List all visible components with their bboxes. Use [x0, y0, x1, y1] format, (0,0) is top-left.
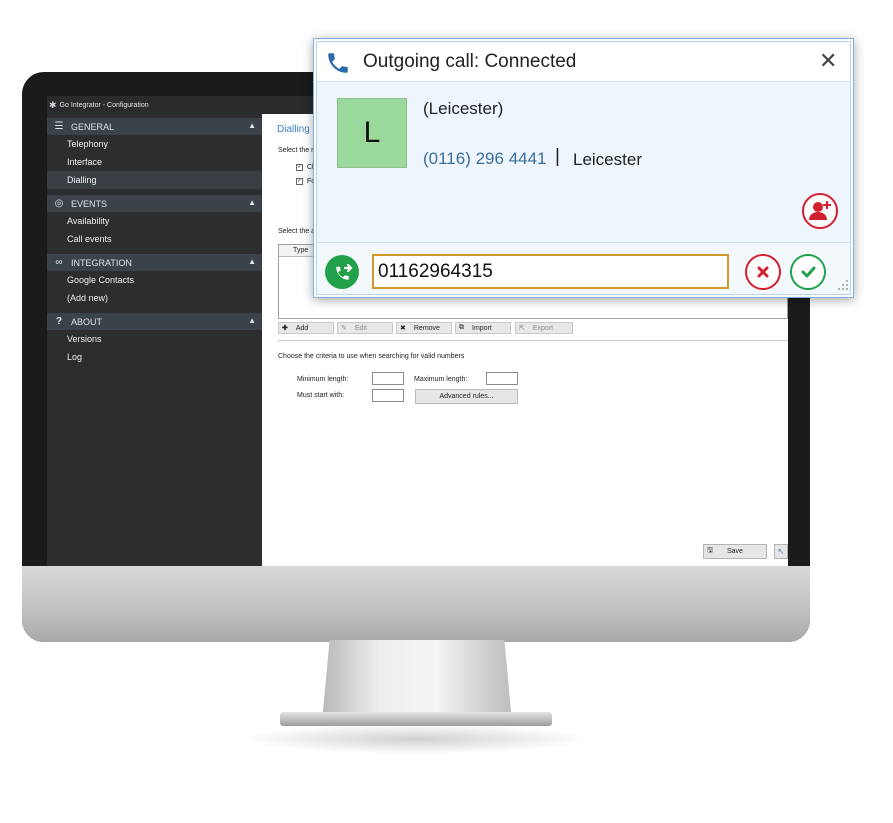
- chevron-up-icon[interactable]: ▲: [248, 121, 256, 130]
- max-length-field[interactable]: [486, 372, 518, 385]
- cancel-icon: [757, 266, 769, 278]
- export-button-label: Export: [532, 324, 554, 332]
- chevron-up-icon[interactable]: ▲: [248, 316, 256, 325]
- import-button-label: Import: [472, 324, 492, 332]
- contact-divider: |: [555, 146, 560, 167]
- sidebar-item-versions[interactable]: Versions: [47, 330, 262, 348]
- monitor-stand: [322, 640, 512, 722]
- export-button[interactable]: ⇱ Export: [515, 322, 573, 334]
- check-icon: [801, 266, 816, 278]
- confirm-button[interactable]: [790, 254, 826, 290]
- section-general-label: GENERAL: [71, 121, 115, 132]
- sidebar-item-telephony[interactable]: Telephony: [47, 135, 262, 153]
- must-start-label: Must start with:: [297, 392, 345, 399]
- menu-icon: ☰: [54, 121, 64, 132]
- min-length-field[interactable]: [372, 372, 404, 385]
- checkbox-2[interactable]: ✓: [296, 178, 303, 185]
- add-contact-icon: [809, 201, 831, 220]
- extra-action-button[interactable]: ↖: [774, 544, 788, 559]
- section-general[interactable]: ☰ GENERAL ▲: [47, 118, 262, 135]
- call-popup: Outgoing call: Connected ✕ L (Leicester)…: [313, 38, 854, 298]
- resize-grip-icon[interactable]: [837, 279, 849, 291]
- edit-icon: ✎: [341, 325, 347, 332]
- select-label-1: Select the n: [278, 147, 315, 154]
- transfer-button[interactable]: [325, 255, 359, 289]
- transfer-call-icon: [336, 263, 353, 280]
- events-icon: ◎: [54, 198, 64, 209]
- contact-name: (Leicester): [423, 99, 504, 118]
- cancel-button[interactable]: [745, 254, 781, 290]
- section-integration-label: INTEGRATION: [71, 257, 132, 268]
- save-button-label: Save: [726, 548, 743, 555]
- save-icon: 🖫: [707, 547, 713, 554]
- edit-button[interactable]: ✎ Edit: [337, 322, 393, 334]
- advanced-rules-button[interactable]: Advanced rules...: [415, 389, 518, 404]
- import-icon: ⧉: [459, 324, 464, 331]
- section-about-label: ABOUT: [71, 316, 103, 327]
- window-title: Go Integrator - Configuration: [59, 101, 149, 109]
- max-length-label: Maximum length:: [414, 376, 468, 383]
- select-label-2: Select the a: [278, 228, 315, 235]
- close-icon[interactable]: ✕: [819, 48, 837, 74]
- question-icon: ?: [55, 316, 63, 327]
- divider: [278, 340, 788, 341]
- dial-number-input[interactable]: [372, 254, 729, 289]
- remove-icon: ✖: [400, 325, 406, 332]
- sidebar: ☰ GENERAL ▲ Telephony Interface Dialling…: [47, 114, 262, 566]
- monitor-base: [280, 712, 552, 726]
- add-button-label: Add: [295, 324, 309, 332]
- sidebar-item-interface[interactable]: Interface: [47, 153, 262, 171]
- call-popup-header: Outgoing call: Connected ✕: [317, 42, 850, 82]
- app-gear-icon: ✱: [49, 99, 57, 110]
- chevron-up-icon[interactable]: ▲: [248, 198, 256, 207]
- call-status-title: Outgoing call: Connected: [363, 51, 577, 72]
- section-events-label: EVENTS: [71, 198, 108, 209]
- min-length-label: Minimum length:: [297, 376, 349, 383]
- import-button[interactable]: ⧉ Import: [455, 322, 511, 334]
- sidebar-item-google-contacts[interactable]: Google Contacts: [47, 271, 262, 289]
- avatar: L: [337, 98, 407, 168]
- export-icon: ⇱: [519, 325, 525, 332]
- link-icon: ∞: [55, 257, 63, 268]
- section-integration[interactable]: ∞ INTEGRATION ▲: [47, 254, 262, 271]
- contact-number[interactable]: (0116) 296 4441: [423, 149, 547, 169]
- sidebar-item-add-new[interactable]: (Add new): [47, 289, 262, 307]
- criteria-label: Choose the criteria to use when searchin…: [278, 353, 465, 360]
- chevron-up-icon[interactable]: ▲: [248, 257, 256, 266]
- sidebar-item-availability[interactable]: Availability: [47, 212, 262, 230]
- must-start-field[interactable]: [372, 389, 404, 402]
- edit-button-label: Edit: [354, 324, 367, 332]
- section-about[interactable]: ? ABOUT ▲: [47, 313, 262, 330]
- section-events[interactable]: ◎ EVENTS ▲: [47, 195, 262, 212]
- checkbox-1[interactable]: ✓: [296, 164, 303, 171]
- add-button[interactable]: ✚ Add: [278, 322, 334, 334]
- page-title: Dialling: [277, 124, 310, 135]
- sidebar-item-log[interactable]: Log: [47, 348, 262, 366]
- remove-button-label: Remove: [413, 324, 440, 332]
- monitor-chin: [22, 566, 810, 642]
- plus-icon: ✚: [282, 325, 288, 332]
- phone-icon: [328, 53, 348, 73]
- sidebar-item-call-events[interactable]: Call events: [47, 230, 262, 248]
- sidebar-item-dialling[interactable]: Dialling: [47, 171, 262, 189]
- add-contact-button[interactable]: [802, 193, 838, 229]
- contact-location: Leicester: [573, 150, 642, 169]
- save-button[interactable]: 🖫 Save: [703, 544, 767, 559]
- remove-button[interactable]: ✖ Remove: [396, 322, 452, 334]
- call-popup-inner: Outgoing call: Connected ✕ L (Leicester)…: [316, 41, 851, 295]
- call-popup-footer: [317, 242, 850, 294]
- monitor-shadow: [240, 724, 590, 754]
